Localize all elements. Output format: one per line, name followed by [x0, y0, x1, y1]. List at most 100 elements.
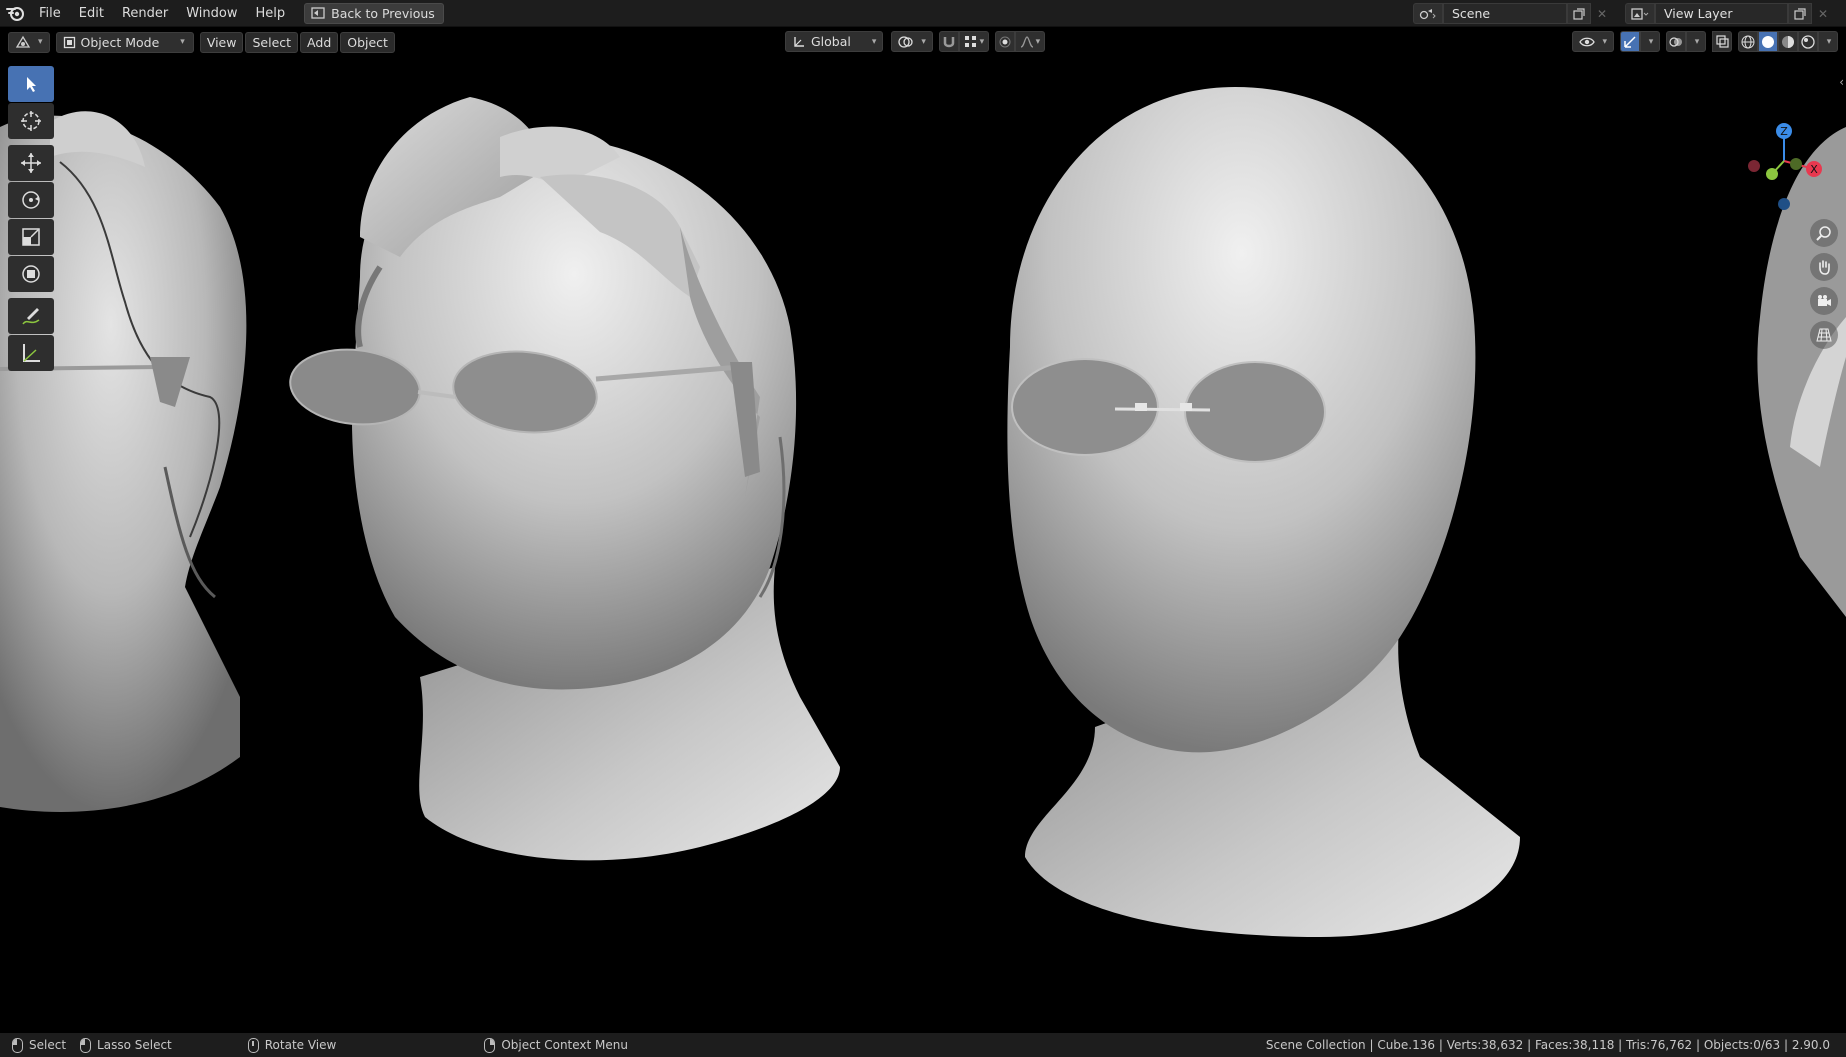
menu-help[interactable]: Help [247, 0, 295, 27]
scale-icon [22, 228, 40, 246]
snapping-group: ▾ [938, 31, 989, 52]
transform-orientation-dropdown[interactable]: Global ▾ [785, 31, 884, 52]
head-middle[interactable] [286, 97, 840, 861]
ortho-toggle-button[interactable] [1810, 321, 1838, 349]
gizmo-dropdown[interactable]: ▾ [1640, 31, 1660, 52]
rotate-icon [22, 191, 40, 209]
gizmo-arrows-icon [1624, 35, 1636, 48]
overlay-group: ▾ [1666, 31, 1706, 52]
camera-icon [1818, 295, 1831, 306]
gizmo-toggle[interactable] [1620, 31, 1640, 52]
sidebar-toggle-icon[interactable]: ‹ [1839, 75, 1844, 89]
menu-select[interactable]: Select [245, 31, 299, 53]
delete-scene-icon[interactable]: ✕ [1591, 3, 1613, 24]
shading-rendered[interactable] [1798, 31, 1818, 52]
gizmo-z-label: Z [1780, 125, 1788, 138]
status-select-label: Select [29, 1038, 67, 1052]
tool-transform[interactable] [8, 256, 54, 292]
scene-browse-button[interactable] [1413, 3, 1443, 24]
menu-edit[interactable]: Edit [70, 0, 113, 27]
scene-statistics: Scene Collection | Cube.136 | Verts:38,6… [1265, 1038, 1830, 1052]
tool-select-box[interactable] [8, 66, 54, 102]
pan-view-button[interactable] [1810, 253, 1838, 281]
zoom-view-button[interactable] [1810, 219, 1838, 247]
gizmo-x-label: X [1810, 163, 1818, 176]
tool-rotate[interactable] [8, 182, 54, 218]
status-select: Select [12, 1037, 67, 1053]
duplicate-icon [1573, 7, 1585, 20]
blender-logo-icon[interactable] [0, 0, 30, 27]
tool-cursor[interactable] [8, 103, 54, 139]
snap-grid-icon [964, 35, 976, 47]
menu-file[interactable]: File [30, 0, 70, 27]
snap-toggle[interactable] [938, 31, 959, 52]
tool-shelf [8, 66, 56, 371]
gizmo-neg-y-axis[interactable] [1790, 158, 1802, 170]
menu-window[interactable]: Window [177, 0, 246, 27]
gizmo-y-axis[interactable] [1766, 168, 1778, 180]
proportional-editing-toggle[interactable] [994, 31, 1015, 52]
visibility-dropdown[interactable]: ▾ [1572, 31, 1614, 52]
move-arrows-icon [21, 153, 41, 173]
object-mode-label: Object Mode [80, 34, 160, 50]
editor-type-button[interactable]: ▾ [8, 31, 50, 53]
xray-toggle[interactable] [1712, 31, 1732, 52]
gizmo-group: ▾ [1620, 31, 1660, 52]
rendered-sphere-icon [1801, 34, 1815, 49]
view-layer-name-field[interactable]: View Layer [1655, 3, 1788, 24]
mouse-left-icon [12, 1037, 23, 1053]
ruler-measure-icon [23, 344, 40, 362]
view-layer-selector: View Layer ✕ [1625, 3, 1834, 24]
snap-target-dropdown[interactable]: ▾ [958, 31, 989, 52]
object-mode-dropdown[interactable]: Object Mode ▾ [55, 31, 194, 53]
wireframe-sphere-icon [1741, 35, 1755, 48]
overlay-circles-icon [1669, 36, 1682, 47]
camera-view-button[interactable] [1810, 287, 1838, 315]
grid-perspective-icon [1816, 328, 1832, 342]
overlays-toggle[interactable] [1666, 31, 1686, 52]
pencil-annotate-icon [22, 308, 40, 325]
status-lasso-label: Lasso Select [97, 1038, 172, 1052]
tool-scale[interactable] [8, 219, 54, 255]
hand-icon [1819, 260, 1830, 275]
gizmo-neg-z-axis[interactable] [1778, 198, 1790, 210]
falloff-curve-icon [1020, 35, 1033, 48]
menu-add[interactable]: Add [300, 31, 339, 53]
new-scene-button[interactable] [1567, 3, 1591, 24]
back-to-previous-label: Back to Previous [331, 5, 435, 21]
solid-sphere-icon [1762, 35, 1774, 48]
menu-view[interactable]: View [199, 31, 244, 53]
menu-object[interactable]: Object [340, 31, 395, 53]
delete-view-layer-icon[interactable]: ✕ [1812, 3, 1834, 24]
3d-viewport[interactable]: Z X ‹ [0, 57, 1846, 1033]
mouse-right-icon [484, 1037, 496, 1053]
material-sphere-icon [1782, 35, 1794, 48]
render-layer-icon [1631, 7, 1649, 20]
pivot-point-dropdown[interactable]: ▾ [891, 31, 933, 52]
gizmo-neg-x-axis[interactable] [1748, 160, 1760, 172]
3d-viewport-editor-icon [15, 35, 31, 48]
tool-move[interactable] [8, 145, 54, 181]
back-to-previous-button[interactable]: Back to Previous [304, 2, 444, 24]
tool-measure[interactable] [8, 335, 54, 371]
overlays-dropdown[interactable]: ▾ [1686, 31, 1706, 52]
navigation-gizmo[interactable]: Z X [1736, 119, 1846, 349]
menu-render[interactable]: Render [113, 0, 177, 27]
xray-icon [1715, 35, 1729, 48]
tool-annotate[interactable] [8, 298, 54, 334]
magnifier-icon [1816, 226, 1831, 241]
orientation-axes-icon [794, 36, 804, 47]
status-bar: Select Lasso Select Rotate View Object C… [0, 1033, 1846, 1057]
proportional-falloff-dropdown[interactable]: ▾ [1014, 31, 1045, 52]
shading-material[interactable] [1778, 31, 1798, 52]
scene-name-field[interactable]: Scene [1443, 3, 1567, 24]
head-right[interactable] [1007, 87, 1520, 937]
new-view-layer-button[interactable] [1788, 3, 1812, 24]
status-context-menu: Object Context Menu [484, 1037, 628, 1053]
shading-solid[interactable] [1758, 31, 1778, 52]
view-layer-browse-button[interactable] [1625, 3, 1655, 24]
shading-wireframe[interactable] [1738, 31, 1758, 52]
shading-dropdown[interactable]: ▾ [1818, 31, 1838, 52]
status-lasso: Lasso Select [80, 1037, 172, 1053]
pivot-icon [898, 35, 914, 48]
